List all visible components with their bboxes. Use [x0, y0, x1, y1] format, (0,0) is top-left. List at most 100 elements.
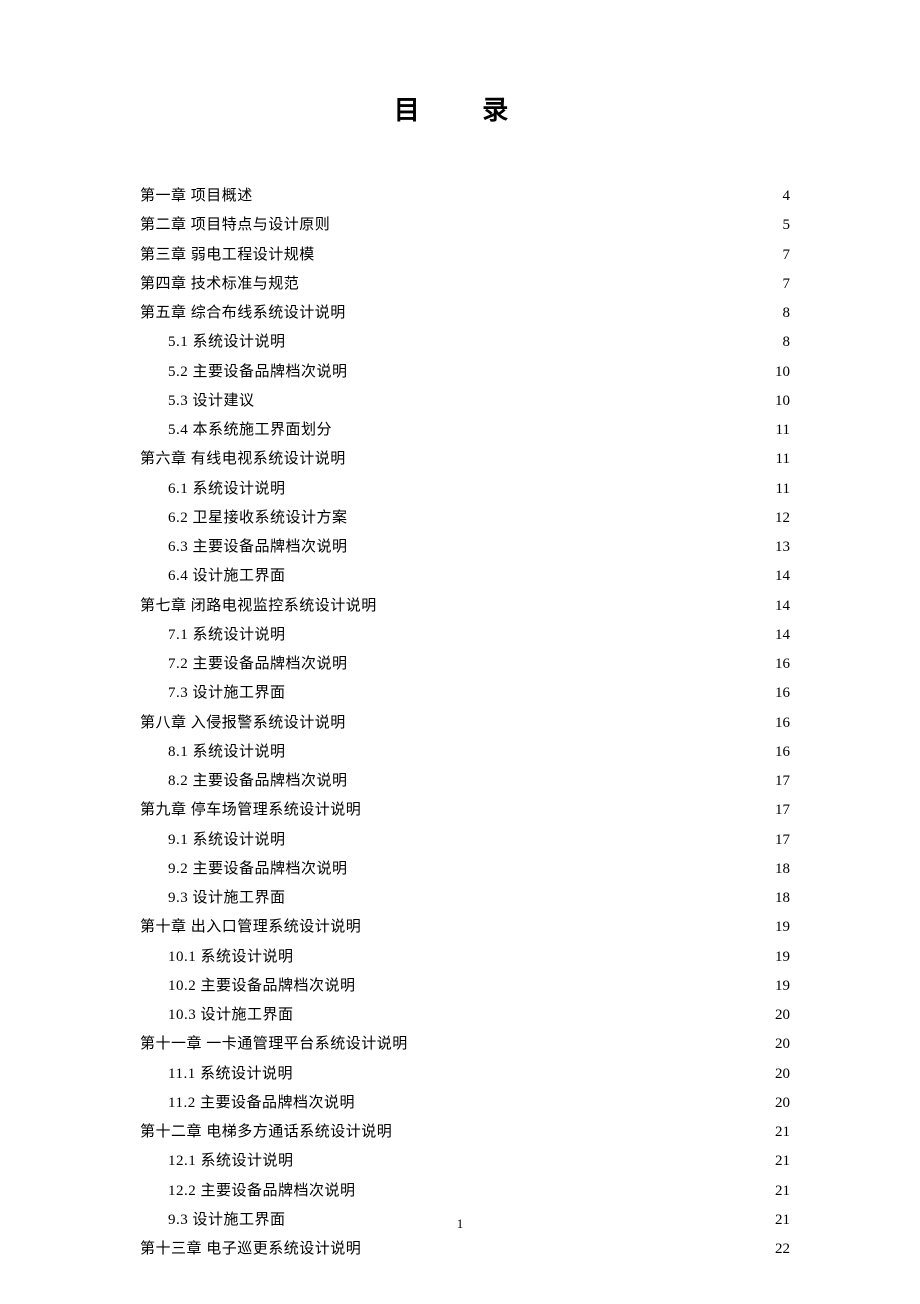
toc-label: 第七章 闭路电视监控系统设计说明 [140, 592, 377, 621]
toc-page-number: 4 [783, 182, 791, 211]
toc-page-number: 17 [775, 796, 790, 825]
toc-page-number: 16 [775, 738, 790, 767]
toc-entry: 10.1 系统设计说明19 [140, 943, 790, 972]
toc-label: 第八章 入侵报警系统设计说明 [140, 709, 346, 738]
page-number: 1 [457, 1216, 464, 1231]
toc-label: 第三章 弱电工程设计规模 [140, 241, 315, 270]
toc-label: 9.3 设计施工界面 [168, 884, 286, 913]
toc-entry: 第三章 弱电工程设计规模 7 [140, 241, 790, 270]
toc-label: 10.2 主要设备品牌档次说明 [168, 972, 356, 1001]
toc-entry: 第五章 综合布线系统设计说明8 [140, 299, 790, 328]
toc-page-number: 11 [776, 416, 790, 445]
toc-entry: 第一章 项目概述 4 [140, 182, 790, 211]
toc-page-number: 12 [775, 504, 790, 533]
table-of-contents: 第一章 项目概述4第二章 项目特点与设计原则5第三章 弱电工程设计规模7第四章 … [140, 182, 790, 1264]
toc-entry: 7.1 系统设计说明 14 [140, 621, 790, 650]
toc-page-number: 21 [775, 1118, 790, 1147]
toc-page-number: 18 [775, 884, 790, 913]
toc-label: 5.1 系统设计说明 [168, 328, 286, 357]
toc-label: 11.2 主要设备品牌档次说明 [168, 1089, 355, 1118]
toc-label: 8.2 主要设备品牌档次说明 [168, 767, 348, 796]
toc-entry: 第二章 项目特点与设计原则 5 [140, 211, 790, 240]
toc-page-number: 7 [783, 241, 791, 270]
toc-page-number: 8 [783, 328, 791, 357]
toc-label: 7.3 设计施工界面 [168, 679, 286, 708]
toc-label: 5.3 设计建议 [168, 387, 255, 416]
toc-entry: 8.1 系统设计说明 16 [140, 738, 790, 767]
toc-page-number: 16 [775, 679, 790, 708]
toc-label: 第一章 项目概述 [140, 182, 253, 211]
toc-page-number: 17 [775, 826, 790, 855]
toc-entry: 6.2 卫星接收系统设计方案 12 [140, 504, 790, 533]
toc-label: 12.2 主要设备品牌档次说明 [168, 1177, 356, 1206]
toc-label: 7.2 主要设备品牌档次说明 [168, 650, 348, 679]
toc-entry: 10.3 设计施工界面 20 [140, 1001, 790, 1030]
toc-label: 第十二章 电梯多方通话系统设计说明 [140, 1118, 392, 1147]
toc-entry: 7.3 设计施工界面 16 [140, 679, 790, 708]
toc-label: 5.4 本系统施工界面划分 [168, 416, 332, 445]
toc-entry: 8.2 主要设备品牌档次说明 17 [140, 767, 790, 796]
toc-page-number: 19 [775, 913, 790, 942]
toc-entry: 第九章 停车场管理系统设计说明 17 [140, 796, 790, 825]
toc-page-number: 14 [775, 621, 790, 650]
toc-label: 6.2 卫星接收系统设计方案 [168, 504, 348, 533]
toc-label: 第四章 技术标准与规范 [140, 270, 299, 299]
toc-label: 第十一章 一卡通管理平台系统设计说明 [140, 1030, 408, 1059]
toc-page-number: 16 [775, 709, 790, 738]
toc-entry: 6.1 系统设计说明11 [140, 475, 790, 504]
toc-entry: 第十二章 电梯多方通话系统设计说明 21 [140, 1118, 790, 1147]
toc-label: 8.1 系统设计说明 [168, 738, 286, 767]
toc-page-number: 19 [775, 943, 790, 972]
toc-entry: 5.1 系统设计说明 8 [140, 328, 790, 357]
toc-entry: 11.1 系统设计说明 20 [140, 1060, 790, 1089]
toc-entry: 5.4 本系统施工界面划分 11 [140, 416, 790, 445]
toc-page-number: 22 [775, 1235, 790, 1264]
toc-label: 第九章 停车场管理系统设计说明 [140, 796, 361, 825]
toc-page-number: 7 [783, 270, 791, 299]
toc-label: 5.2 主要设备品牌档次说明 [168, 358, 348, 387]
toc-entry: 第七章 闭路电视监控系统设计说明14 [140, 592, 790, 621]
toc-label: 9.2 主要设备品牌档次说明 [168, 855, 348, 884]
toc-label: 6.4 设计施工界面 [168, 562, 286, 591]
toc-page-number: 20 [775, 1001, 790, 1030]
toc-entry: 10.2 主要设备品牌档次说明 19 [140, 972, 790, 1001]
toc-entry: 12.1 系统设计说明 21 [140, 1147, 790, 1176]
toc-entry: 6.3 主要设备品牌档次说明 13 [140, 533, 790, 562]
toc-page-number: 10 [775, 387, 790, 416]
toc-entry: 第十章 出入口管理系统设计说明19 [140, 913, 790, 942]
page-footer: 1 [0, 1216, 920, 1232]
toc-entry: 9.1 系统设计说明 17 [140, 826, 790, 855]
toc-label: 第六章 有线电视系统设计说明 [140, 445, 346, 474]
toc-page-number: 8 [783, 299, 791, 328]
toc-page-number: 21 [775, 1147, 790, 1176]
toc-label: 9.1 系统设计说明 [168, 826, 286, 855]
toc-page-number: 17 [775, 767, 790, 796]
toc-entry: 第十三章 电子巡更系统设计说明 22 [140, 1235, 790, 1264]
toc-entry: 第六章 有线电视系统设计说明11 [140, 445, 790, 474]
toc-page-number: 20 [775, 1030, 790, 1059]
toc-entry: 5.3 设计建议 10 [140, 387, 790, 416]
toc-page-number: 14 [775, 562, 790, 591]
toc-page-number: 20 [775, 1060, 790, 1089]
toc-label: 11.1 系统设计说明 [168, 1060, 293, 1089]
toc-label: 第二章 项目特点与设计原则 [140, 211, 330, 240]
toc-page-number: 11 [776, 475, 790, 504]
toc-page-number: 10 [775, 358, 790, 387]
toc-label: 6.3 主要设备品牌档次说明 [168, 533, 348, 562]
toc-page-number: 5 [783, 211, 791, 240]
toc-label: 10.3 设计施工界面 [168, 1001, 294, 1030]
toc-entry: 第四章 技术标准与规范 7 [140, 270, 790, 299]
toc-label: 第十三章 电子巡更系统设计说明 [140, 1235, 361, 1264]
toc-entry: 5.2 主要设备品牌档次说明 10 [140, 358, 790, 387]
toc-label: 12.1 系统设计说明 [168, 1147, 294, 1176]
toc-entry: 第八章 入侵报警系统设计说明 16 [140, 709, 790, 738]
toc-entry: 9.2 主要设备品牌档次说明18 [140, 855, 790, 884]
toc-entry: 6.4 设计施工界面 14 [140, 562, 790, 591]
toc-entry: 11.2 主要设备品牌档次说明20 [140, 1089, 790, 1118]
toc-entry: 7.2 主要设备品牌档次说明 16 [140, 650, 790, 679]
toc-page-number: 13 [775, 533, 790, 562]
document-page: 目 录 第一章 项目概述 4 第二章 项目特点与设计原则 5 第三章 弱电工程设计规模 7… [0, 0, 920, 1304]
toc-page-number: 19 [775, 972, 790, 1001]
toc-page-number: 16 [775, 650, 790, 679]
page-title: 目 录 [140, 90, 790, 127]
